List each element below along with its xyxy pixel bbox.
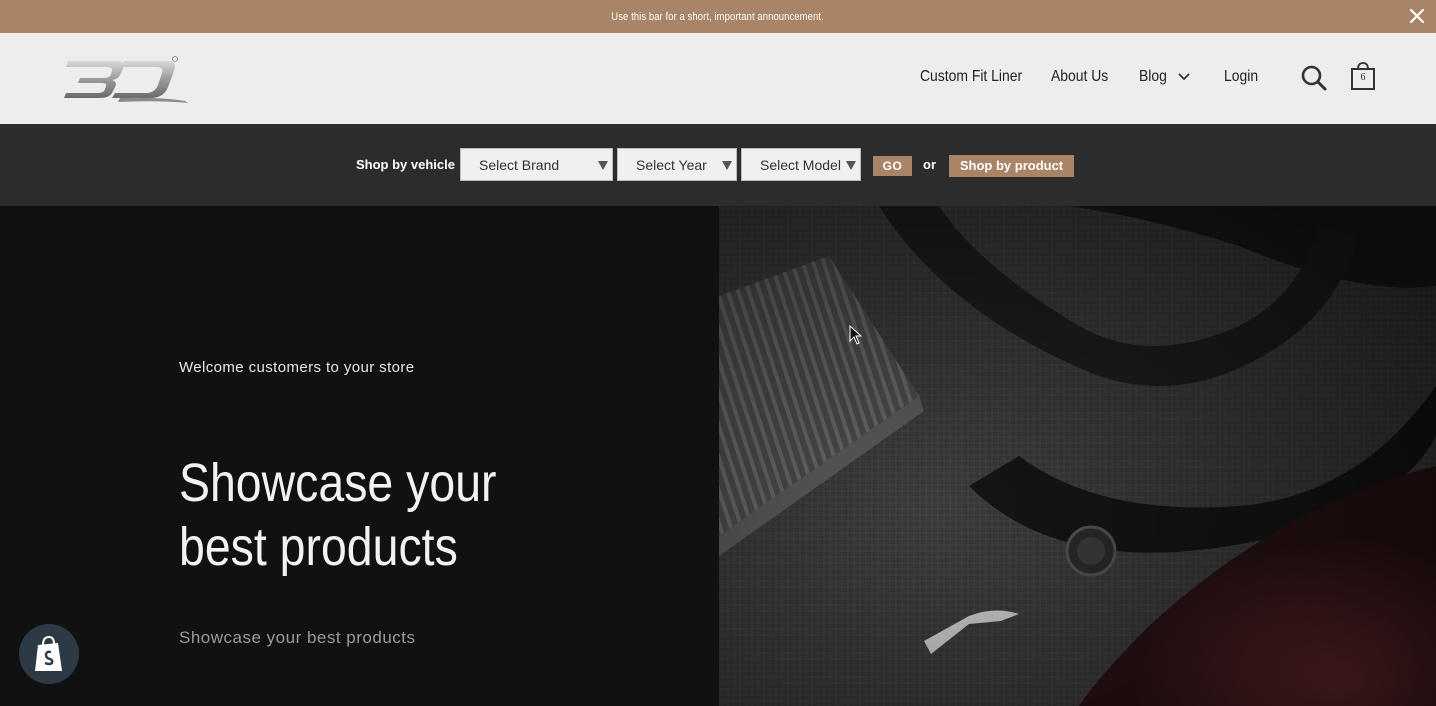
cart-count: 6	[1360, 72, 1366, 83]
shopify-bag-icon[interactable]	[19, 624, 79, 684]
shopify-logo-icon	[35, 635, 62, 671]
year-select[interactable]: Select Year	[617, 148, 737, 181]
close-icon[interactable]	[1408, 7, 1426, 25]
or-label: or	[923, 157, 936, 172]
dropdown-arrow-icon	[722, 161, 732, 170]
shop-by-product-button[interactable]: Shop by product	[949, 155, 1074, 177]
nav-blog[interactable]: Blog	[1139, 68, 1167, 86]
chevron-down-icon[interactable]	[1178, 73, 1190, 81]
shop-by-vehicle-bar: Shop by vehicle Select Brand Select Year…	[0, 124, 1436, 206]
cart-button[interactable]: 6	[1350, 61, 1376, 91]
nav-custom-fit-liner[interactable]: Custom Fit Liner	[920, 68, 1022, 86]
hero-text-panel: Welcome customers to your store Showcase…	[0, 206, 719, 706]
hero-section: Welcome customers to your store Showcase…	[0, 206, 1436, 706]
brand-logo[interactable]	[60, 53, 190, 103]
announcement-bar: Use this bar for a short, important anno…	[0, 0, 1436, 33]
model-select[interactable]: Select Model	[741, 148, 861, 181]
shop-by-vehicle-label: Shop by vehicle	[356, 157, 455, 172]
model-select-value: Select Model	[760, 156, 841, 173]
mouse-cursor-icon	[849, 325, 863, 345]
brand-select[interactable]: Select Brand	[460, 148, 613, 181]
nav-about-us[interactable]: About Us	[1051, 68, 1108, 86]
hero-subheading: Welcome customers to your store	[179, 359, 415, 376]
search-icon[interactable]	[1300, 64, 1328, 92]
hero-title: Showcase your best products	[179, 453, 497, 577]
dropdown-arrow-icon	[598, 161, 608, 170]
hero-description: Showcase your best products	[179, 628, 416, 647]
go-button[interactable]: GO	[873, 156, 912, 176]
nav-login[interactable]: Login	[1224, 68, 1258, 86]
site-header: Custom Fit Liner About Us Blog Login 6	[0, 33, 1436, 124]
brand-select-value: Select Brand	[479, 156, 560, 173]
year-select-value: Select Year	[636, 156, 707, 173]
dropdown-arrow-icon	[846, 161, 856, 170]
announcement-text: Use this bar for a short, important anno…	[611, 10, 825, 23]
car-floor-mat-photo	[719, 206, 1436, 706]
hero-image	[719, 206, 1436, 706]
